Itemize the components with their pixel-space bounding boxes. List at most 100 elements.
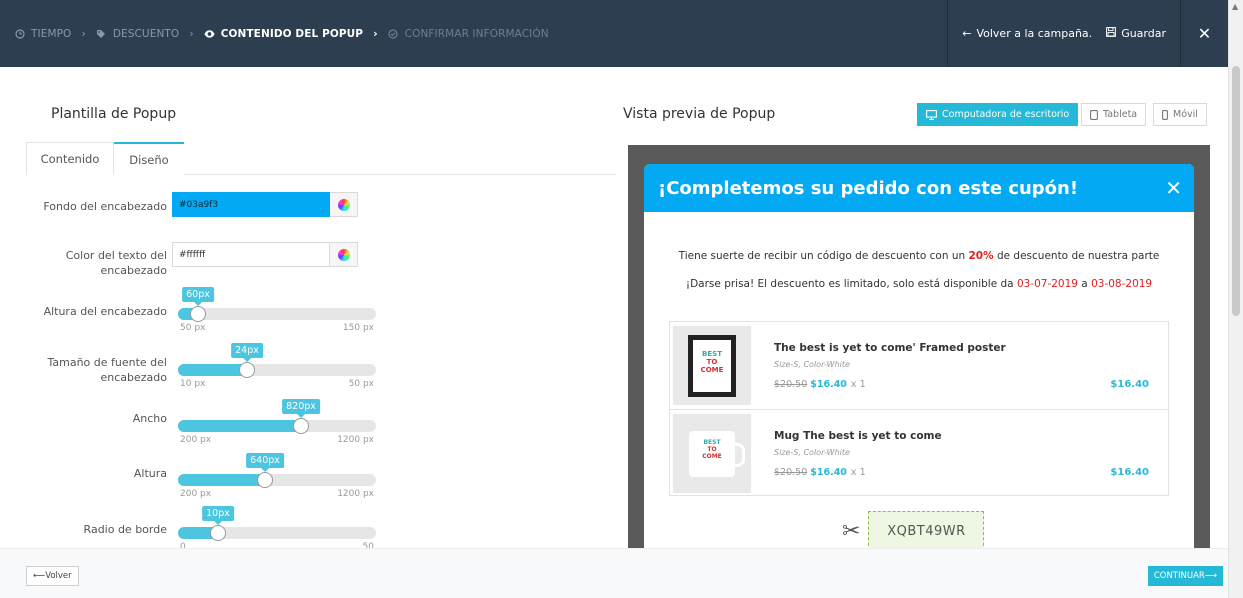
wizard-footer: ⟵ Volver CONTINUAR ⟶ [0,548,1228,598]
header-font-size-slider[interactable]: 24px 10 px 50 px [178,343,376,389]
tab-content[interactable]: Contenido [26,142,114,175]
header-action-group: ← Volver a la campaña. Guardar [947,0,1180,67]
monitor-icon [926,109,937,120]
tag-icon [96,28,107,39]
chevron-right-icon: › [373,27,378,40]
product-total: $16.40 [1110,379,1149,390]
step-contenido-popup[interactable]: CONTENIDO DEL POPUP [204,28,363,40]
slider-label: Altura del encabezado [43,305,167,318]
popup-message-discount: Tiene suerte de recibir un código de des… [644,250,1194,262]
close-button[interactable]: ✕ [1180,0,1228,67]
color-wheel-icon [337,198,350,211]
slider-handle[interactable] [293,418,309,434]
color-picker-button[interactable] [330,192,358,217]
slider-min-label: 200 px [180,435,212,445]
poster-artwork: BEST TO COME [693,339,731,392]
scroll-up-arrow-icon[interactable]: ▲ [1232,2,1238,11]
slider-handle[interactable] [190,306,206,322]
header-bg-color-field[interactable]: #03a9f3 [172,192,358,217]
save-button[interactable]: Guardar [1106,27,1166,40]
device-mobile-button[interactable]: Móvil [1153,103,1207,126]
border-radius-slider[interactable]: 10px 0 50 [178,506,376,552]
slider-label: Ancho [132,412,167,425]
check-circle-icon [388,28,399,39]
width-slider[interactable]: 820px 200 px 1200 px [178,399,376,445]
slider-min-label: 10 px [180,379,206,389]
slider-min-label: 50 px [180,323,206,333]
back-to-campaign-link[interactable]: ← Volver a la campaña. [962,27,1092,40]
back-button[interactable]: ⟵ Volver [26,566,79,586]
product-total: $16.40 [1110,467,1149,478]
header-bg-color-input[interactable]: #03a9f3 [172,192,330,217]
slider-label: Tamaño de fuente del encabezado [47,356,167,384]
floppy-disk-icon [1106,27,1117,40]
preview-panel-title: Vista previa de Popup [623,106,776,122]
back-to-campaign-label: Volver a la campaña. [976,27,1093,40]
clock-icon [14,28,25,39]
step-confirmar[interactable]: CONFIRMAR INFORMACIÓN [388,28,549,40]
tab-design[interactable]: Diseño [114,142,184,176]
height-slider[interactable]: 640px 200 px 1200 px [178,453,376,499]
arrow-right-icon: ⟶ [1204,571,1217,581]
slider-handle[interactable] [239,362,255,378]
arrow-left-icon: ⟵ [33,571,46,581]
popup-close-icon[interactable]: ✕ [1165,176,1182,200]
back-label: Volver [45,571,72,581]
device-mobile-label: Móvil [1173,109,1198,120]
template-tabs: Contenido Diseño [26,142,616,176]
valid-to-date: 03-08-2019 [1091,278,1153,290]
slider-fill [178,364,247,376]
step-descuento[interactable]: DESCUENTO [96,28,179,40]
slider-label: Radio de borde [83,523,167,536]
popup-header: ¡Completemos su pedido con este cupón! ✕ [644,164,1194,212]
framed-poster-image: BEST TO COME [688,334,736,397]
page-scrollbar[interactable]: ▲ [1228,0,1243,598]
header-text-color-field[interactable]: #ffffff [172,242,358,267]
header-text-color-input[interactable]: #ffffff [172,242,330,267]
header-height-slider[interactable]: 60px 50 px 150 px [178,287,376,333]
scrollbar-thumb[interactable] [1232,66,1240,316]
slider-value-bubble: 60px [182,287,214,306]
slider-track[interactable] [178,308,376,320]
color-picker-button[interactable] [330,242,358,267]
slider-value-bubble: 24px [231,343,263,362]
arrow-left-icon: ← [962,27,972,40]
list-item: BEST TO COME The best is yet to come' Fram… [670,322,1168,409]
continue-label: CONTINUAR [1153,571,1205,581]
mug-image: BEST TO COME [689,430,745,477]
new-price: $16.40 [810,379,847,390]
slider-label: Altura [133,467,167,480]
product-name: Mug The best is yet to come [774,430,942,442]
chevron-right-icon: › [81,27,86,40]
quantity: x 1 [850,467,866,478]
chevron-right-icon: › [189,27,194,40]
product-price: $20.50 $16.40 x 1 [774,467,866,478]
valid-from-date: 03-07-2019 [1016,278,1078,290]
product-image-mug: BEST TO COME [673,414,751,493]
popup-preview-area: ¡Completemos su pedido con este cupón! ✕… [628,145,1210,548]
slider-max-label: 1200 px [337,489,374,499]
device-tablet-label: Tableta [1103,109,1138,120]
popup-title: ¡Completemos su pedido con este cupón! [658,177,1079,199]
step-label: CONTENIDO DEL POPUP [220,27,364,40]
popup-text-part: ¡Darse prisa! El descuento es limitado, … [685,278,1017,290]
continue-button[interactable]: CONTINUAR ⟶ [1147,566,1223,586]
coupon-code[interactable]: XQBT49WR [868,511,985,548]
slider-value-bubble: 10px [202,506,234,525]
eye-icon [204,28,215,39]
popup-text-part: a [1077,278,1092,290]
header-text-color-label: Color del texto del encabezado [65,249,167,277]
slider-fill [178,474,265,486]
device-desktop-button[interactable]: Computadora de escritorio [917,103,1079,126]
old-price: $20.50 [774,379,808,390]
old-price: $20.50 [774,467,808,478]
slider-handle[interactable] [210,525,226,541]
slider-handle[interactable] [257,472,273,488]
step-label: CONFIRMAR INFORMACIÓN [404,27,549,40]
step-tiempo[interactable]: TIEMPO [14,28,71,40]
step-breadcrumb: TIEMPO › DESCUENTO › CONTENIDO DEL POPUP… [0,0,947,67]
device-desktop-label: Computadora de escritorio [942,109,1070,120]
slider-max-label: 150 px [342,323,374,333]
product-attributes: Size-S, Color-White [774,448,850,457]
device-tablet-button[interactable]: Tableta [1081,103,1147,126]
